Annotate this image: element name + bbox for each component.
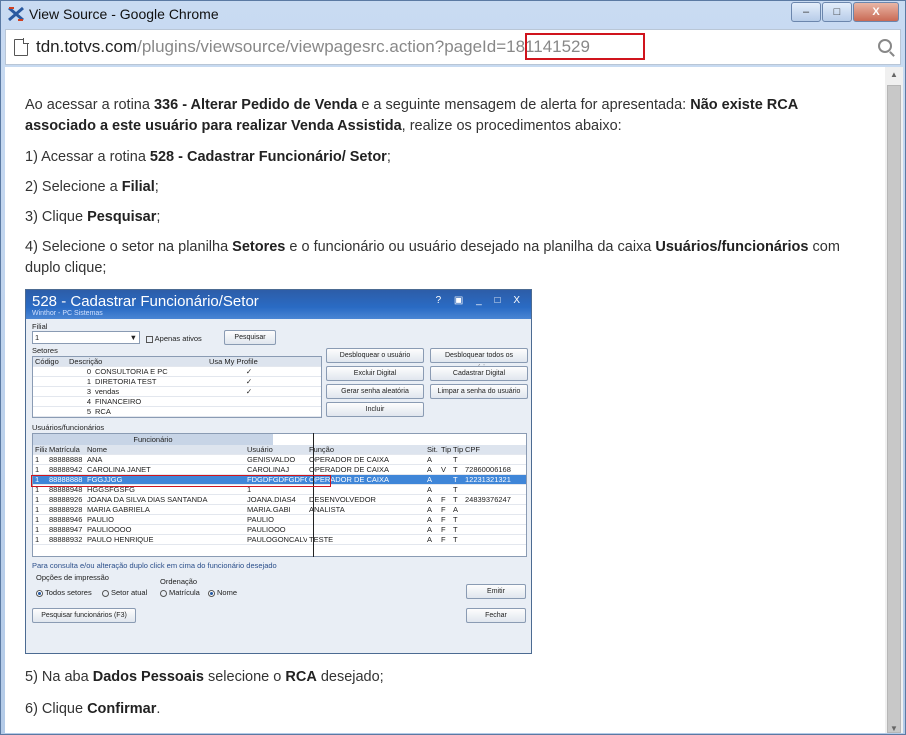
address-bar[interactable]: tdn.totvs.com/plugins/viewsource/viewpag… (5, 29, 901, 65)
selected-row-highlight (31, 475, 331, 487)
funcionarios-grid[interactable]: Funcionário FilialMatrículaNomeUsuárioFu… (32, 433, 527, 557)
funcionario-row[interactable]: 1 88888946 PAULIO PAULIO A F T (33, 515, 526, 525)
pesquisar-funcionarios-button[interactable]: Pesquisar funcionários (F3) (32, 608, 136, 623)
fechar-button[interactable]: Fechar (466, 608, 526, 623)
todos-setores-radio[interactable]: Todos setores (36, 588, 92, 597)
minimize-button[interactable]: – (791, 2, 821, 22)
app-subtitle: Winthor - PC Sistemas (32, 310, 103, 317)
highlight-box (525, 33, 645, 60)
grid-divider-line (313, 433, 314, 557)
page-content: Ao acessar a rotina 336 - Alterar Pedido… (5, 67, 885, 733)
setores-header: Código Descrição Usa My Profile (33, 357, 321, 367)
app-title: 528 - Cadastrar Funcionário/Setor (32, 293, 259, 310)
url-text[interactable]: tdn.totvs.com/plugins/viewsource/viewpag… (36, 37, 590, 57)
step-1: 1) Acessar a rotina 528 - Cadastrar Func… (25, 149, 391, 165)
scroll-up-icon[interactable]: ▲ (890, 70, 898, 79)
nome-radio[interactable]: Nome (208, 588, 237, 597)
vertical-scrollbar[interactable]: ▲ ▼ (885, 67, 903, 733)
step-5: 5) Na aba Dados Pessoais selecione o RCA… (25, 669, 384, 685)
close-button[interactable]: X (853, 2, 899, 22)
opcoes-label: Opções de impressão (36, 573, 109, 582)
step-2: 2) Selecione a Filial; (25, 179, 159, 195)
ordenacao-label: Ordenação (160, 577, 198, 586)
gerar-senha-button[interactable]: Gerar senha aleatória (326, 384, 424, 399)
apenas-ativos-checkbox[interactable]: Apenas ativos (146, 334, 202, 343)
scroll-down-icon[interactable]: ▼ (890, 724, 898, 733)
funcionario-row[interactable]: 1 88888888 ANA GENISVALDO OPERADOR DE CAIXA A… (33, 455, 526, 465)
cadastrar-digital-button[interactable]: Cadastrar Digital (430, 366, 528, 381)
scrollbar-thumb[interactable] (887, 85, 901, 733)
setores-row[interactable]: 5 RCA (33, 407, 321, 417)
step-6: 6) Clique Confirmar. (25, 701, 161, 717)
title-bar: View Source - Google Chrome – □ X (1, 1, 905, 27)
funcionario-row[interactable]: 1 88888947 PAULIOOOO PAULIOOO A F T (33, 525, 526, 535)
setores-grid[interactable]: Código Descrição Usa My Profile 0 CONSULT… (32, 356, 322, 418)
setores-row[interactable]: 1 DIRETORIA TEST ✓ (33, 377, 321, 387)
funcionarios-header: FilialMatrículaNomeUsuárioFunçãoSit.TipT… (33, 445, 526, 455)
filial-label: Filial (32, 322, 48, 331)
funcionario-band: Funcionário (33, 434, 273, 445)
search-icon[interactable] (878, 39, 892, 53)
app-title-bar: 528 - Cadastrar Funcionário/Setor Wintho… (26, 290, 531, 319)
excluir-digital-button[interactable]: Excluir Digital (326, 366, 424, 381)
maximize-button[interactable]: □ (822, 2, 852, 22)
incluir-button[interactable]: Incluir (326, 402, 424, 417)
setores-label: Setores (32, 346, 58, 355)
emitir-button[interactable]: Emitir (466, 584, 526, 599)
limpar-senha-button[interactable]: Limpar a senha do usuário (430, 384, 528, 399)
app-screenshot: 528 - Cadastrar Funcionário/Setor Wintho… (25, 289, 532, 654)
view-source-icon (8, 6, 24, 22)
page-icon (14, 38, 29, 56)
filial-select[interactable]: 1 ▼ (32, 331, 140, 344)
app-window-controls: ? ▣ _ □ X (435, 295, 525, 306)
setores-row[interactable]: 3 vendas ✓ (33, 387, 321, 397)
funcionario-row[interactable]: 1 88888942 CAROLINA JANET CAROLINAJ OPERADOR… (33, 465, 526, 475)
desbloquear-usuario-button[interactable]: Desbloquear o usuário (326, 348, 424, 363)
step-3: 3) Clique Pesquisar; (25, 209, 161, 225)
usuarios-label: Usuários/funcionários (32, 423, 105, 432)
funcionario-row[interactable]: 1 88888926 JOANA DA SILVA DIAS SANTANDA JOA… (33, 495, 526, 505)
window-title: View Source - Google Chrome (29, 6, 219, 22)
pesquisar-button[interactable]: Pesquisar (224, 330, 276, 345)
funcionario-row[interactable]: 188888932PAULO HENRIQUEPAULOGONCALVESTES… (33, 535, 526, 545)
matricula-radio[interactable]: Matrícula (160, 588, 200, 597)
step-4: 4) Selecione o setor na planilha Setores… (25, 239, 840, 276)
hint-text: Para consulta e/ou alteração duplo click… (32, 561, 277, 570)
setor-atual-radio[interactable]: Setor atual (102, 588, 147, 597)
setores-row[interactable]: 0 CONSULTORIA E PC ✓ (33, 367, 321, 377)
browser-window: View Source - Google Chrome – □ X tdn.to… (0, 0, 906, 735)
funcionario-row[interactable]: 1 88888928 MARIA GABRIELA MARIA.GABI ANALIST… (33, 505, 526, 515)
setores-row[interactable]: 4 FINANCEIRO (33, 397, 321, 407)
intro-paragraph: Ao acessar a rotina 336 - Alterar Pedido… (25, 97, 799, 134)
desbloquear-todos-button[interactable]: Desbloquear todos os usuários (430, 348, 528, 372)
